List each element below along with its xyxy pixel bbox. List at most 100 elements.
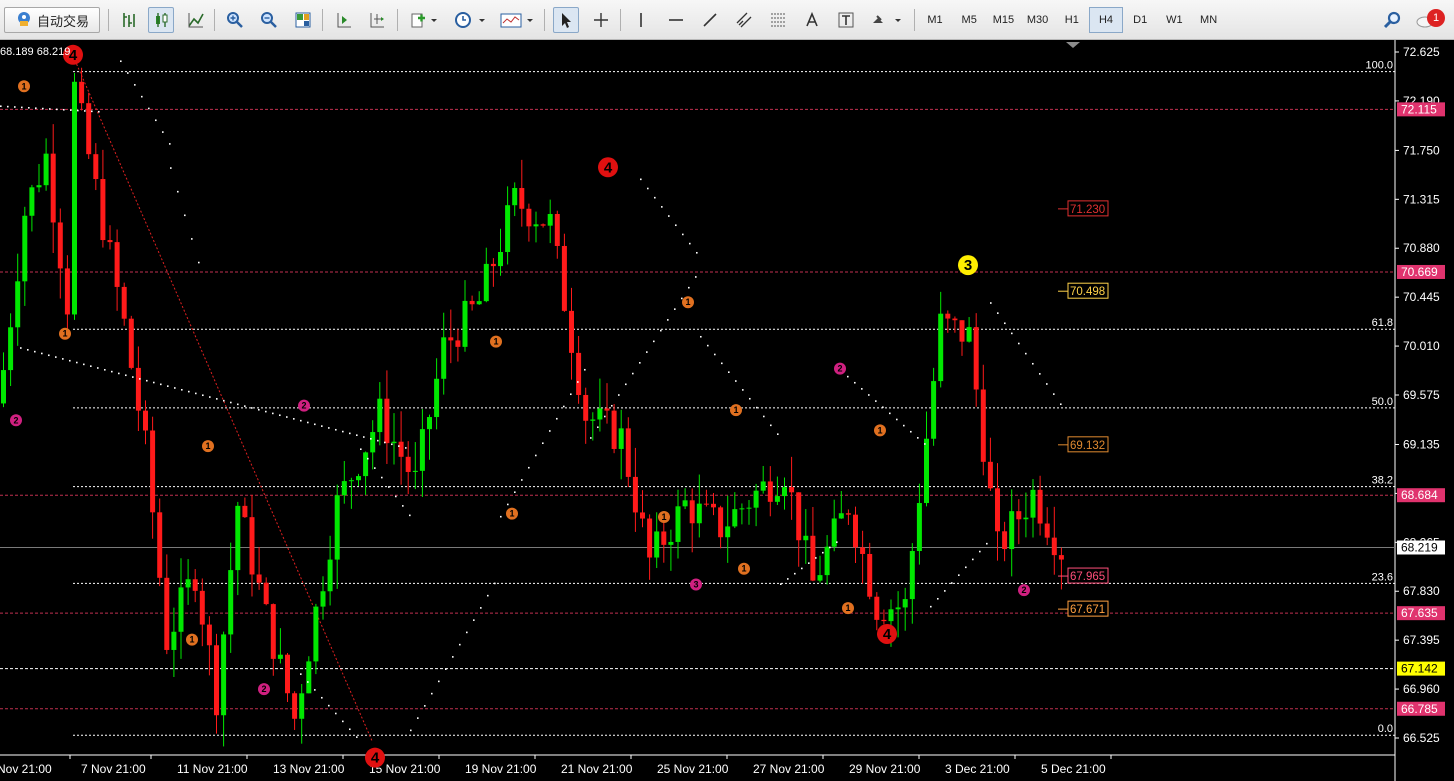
timeframe-m15[interactable]: M15 bbox=[986, 7, 1020, 33]
candle[interactable] bbox=[285, 654, 290, 694]
price-chart[interactable]: 72.625 72.190 71.750 71.315 70.880 70.445 70.0… bbox=[0, 40, 1454, 781]
candle[interactable] bbox=[611, 410, 617, 449]
candle[interactable] bbox=[796, 492, 802, 541]
candle[interactable] bbox=[22, 215, 28, 282]
candle[interactable] bbox=[540, 224, 546, 226]
candle[interactable] bbox=[150, 430, 156, 513]
candle[interactable] bbox=[505, 205, 511, 253]
candle[interactable] bbox=[817, 575, 823, 581]
candle[interactable] bbox=[952, 318, 958, 321]
candle[interactable] bbox=[519, 188, 525, 209]
candle[interactable] bbox=[1016, 511, 1022, 520]
candle[interactable] bbox=[597, 408, 603, 420]
chart-shift-icon[interactable] bbox=[364, 7, 390, 33]
candle[interactable] bbox=[583, 394, 589, 421]
notification-badge[interactable]: 1 bbox=[1427, 9, 1445, 27]
crosshair-icon[interactable] bbox=[588, 7, 614, 33]
candle[interactable] bbox=[668, 541, 674, 545]
candle[interactable] bbox=[483, 263, 489, 302]
candle[interactable] bbox=[746, 507, 752, 509]
periods-dropdown[interactable] bbox=[450, 7, 490, 33]
channel-icon[interactable] bbox=[731, 7, 757, 33]
candle[interactable] bbox=[178, 587, 184, 632]
candle[interactable] bbox=[235, 505, 241, 571]
indicators-dropdown[interactable] bbox=[406, 7, 442, 33]
arrows-dropdown[interactable] bbox=[866, 7, 906, 33]
candle[interactable] bbox=[980, 389, 986, 462]
candle[interactable] bbox=[490, 263, 496, 267]
candle[interactable] bbox=[959, 320, 965, 342]
candle[interactable] bbox=[164, 577, 170, 650]
candle[interactable] bbox=[824, 546, 830, 576]
candle[interactable] bbox=[966, 327, 972, 342]
candle[interactable] bbox=[924, 438, 929, 504]
candle[interactable] bbox=[185, 579, 191, 588]
candle[interactable] bbox=[498, 252, 503, 267]
candle[interactable] bbox=[689, 500, 695, 524]
candle[interactable] bbox=[391, 441, 397, 444]
candle[interactable] bbox=[888, 609, 894, 622]
candle[interactable] bbox=[590, 419, 596, 421]
line-chart-icon[interactable] bbox=[183, 7, 209, 33]
candle[interactable] bbox=[405, 456, 411, 472]
candle[interactable] bbox=[973, 327, 979, 390]
autoscroll-icon[interactable] bbox=[331, 7, 357, 33]
candle[interactable] bbox=[341, 481, 347, 496]
candle[interactable] bbox=[1037, 489, 1043, 524]
timeframe-w1[interactable]: W1 bbox=[1157, 7, 1191, 33]
candle[interactable] bbox=[50, 153, 56, 223]
timeframe-m30[interactable]: M30 bbox=[1021, 7, 1055, 33]
candle[interactable] bbox=[427, 417, 432, 430]
candle[interactable] bbox=[93, 154, 99, 180]
candle[interactable] bbox=[299, 693, 305, 719]
candle[interactable] bbox=[214, 645, 219, 716]
candle[interactable] bbox=[675, 506, 681, 542]
candle[interactable] bbox=[1051, 537, 1057, 556]
candle[interactable] bbox=[860, 547, 866, 554]
candle[interactable] bbox=[476, 301, 482, 305]
candle[interactable] bbox=[618, 428, 624, 449]
candle[interactable] bbox=[128, 318, 134, 368]
candle[interactable] bbox=[703, 503, 709, 505]
candle[interactable] bbox=[711, 503, 716, 508]
candle[interactable] bbox=[789, 487, 795, 493]
candle[interactable] bbox=[945, 313, 951, 319]
candle[interactable] bbox=[242, 505, 248, 518]
candle[interactable] bbox=[334, 495, 340, 560]
candle[interactable] bbox=[356, 476, 361, 481]
timeframe-h1[interactable]: H1 bbox=[1055, 7, 1089, 33]
candle[interactable] bbox=[810, 535, 816, 581]
candle[interactable] bbox=[263, 582, 269, 605]
candle[interactable] bbox=[533, 224, 539, 227]
candle[interactable] bbox=[370, 432, 376, 453]
candle[interactable] bbox=[774, 496, 780, 502]
candle[interactable] bbox=[107, 240, 113, 243]
candle[interactable] bbox=[249, 517, 255, 575]
candle[interactable] bbox=[228, 570, 234, 635]
timeframe-m1[interactable]: M1 bbox=[918, 7, 952, 33]
candle[interactable] bbox=[909, 551, 915, 600]
candle[interactable] bbox=[86, 103, 92, 155]
vertical-line-icon[interactable] bbox=[628, 7, 654, 33]
zoom-out-icon[interactable] bbox=[256, 7, 282, 33]
candle[interactable] bbox=[455, 340, 461, 347]
text-label-icon[interactable] bbox=[833, 7, 859, 33]
candle[interactable] bbox=[604, 408, 610, 411]
candle[interactable] bbox=[434, 378, 440, 418]
candle[interactable] bbox=[767, 481, 773, 502]
candle[interactable] bbox=[143, 410, 148, 431]
candle[interactable] bbox=[157, 512, 163, 578]
candle[interactable] bbox=[192, 579, 198, 591]
candle[interactable] bbox=[384, 398, 390, 444]
candle[interactable] bbox=[320, 591, 326, 607]
candle[interactable] bbox=[647, 518, 653, 558]
candle[interactable] bbox=[277, 654, 283, 659]
candle[interactable] bbox=[206, 624, 212, 646]
candle[interactable] bbox=[306, 661, 312, 694]
candle[interactable] bbox=[221, 634, 227, 716]
candle[interactable] bbox=[412, 470, 418, 472]
zoom-in-icon[interactable] bbox=[222, 7, 248, 33]
candle[interactable] bbox=[313, 606, 319, 662]
candle[interactable] bbox=[327, 559, 333, 592]
candle[interactable] bbox=[569, 310, 574, 353]
